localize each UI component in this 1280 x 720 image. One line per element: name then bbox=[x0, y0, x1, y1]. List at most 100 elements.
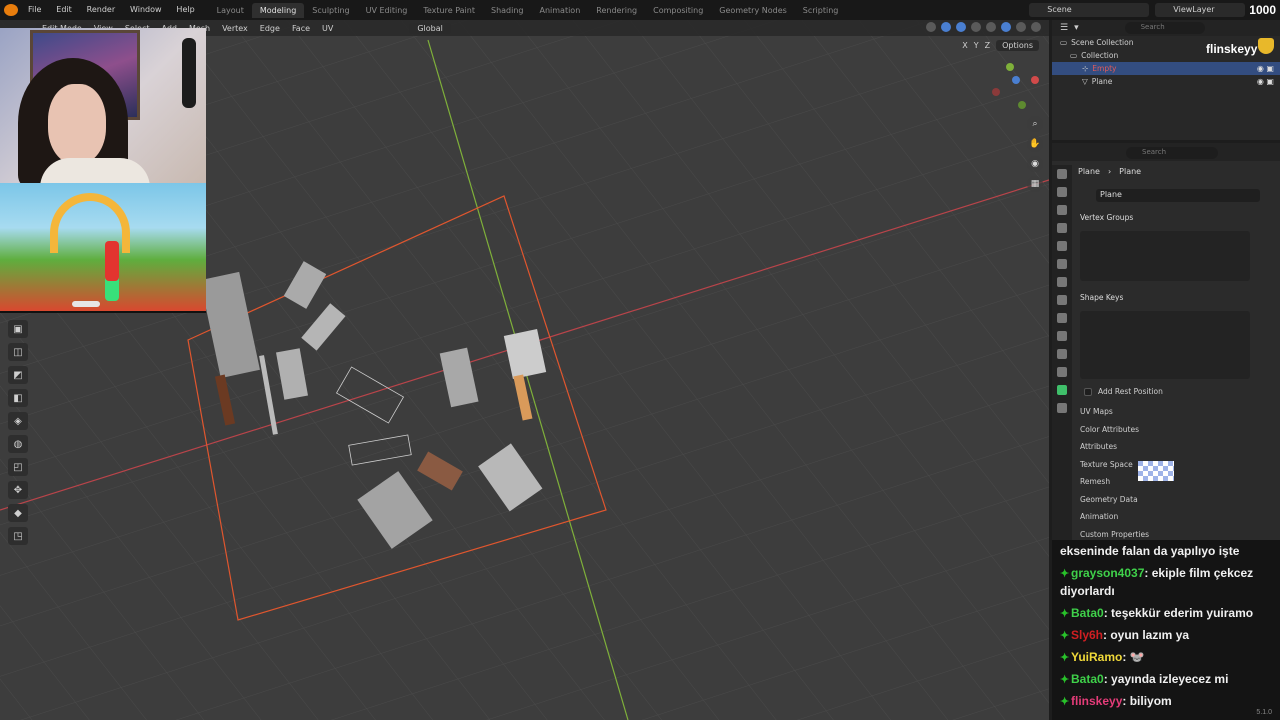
menu-render[interactable]: Render bbox=[81, 5, 121, 14]
output-tab-icon[interactable] bbox=[1057, 205, 1067, 215]
menu-face[interactable]: Face bbox=[286, 24, 316, 33]
gizmo-neg-y-icon[interactable] bbox=[1018, 101, 1026, 109]
gizmo-toggle-icon[interactable] bbox=[941, 22, 951, 32]
bevel-tool-icon[interactable]: ◩ bbox=[8, 366, 28, 384]
solid-shading-icon[interactable] bbox=[1001, 22, 1011, 32]
outliner-item-plane[interactable]: ▽ Plane ◉ ▣ bbox=[1052, 75, 1280, 88]
checkbox-icon[interactable] bbox=[1084, 387, 1092, 396]
wireframe-shading-icon[interactable] bbox=[986, 22, 996, 32]
blender-logo-icon[interactable] bbox=[4, 4, 18, 16]
vertex-groups-list[interactable] bbox=[1080, 231, 1250, 281]
smooth-tool-icon[interactable]: ✥ bbox=[8, 481, 28, 499]
section-texture-space[interactable]: Texture Space bbox=[1080, 460, 1133, 469]
properties-search-input[interactable]: Search bbox=[1126, 147, 1218, 159]
tool-shelf: ▣ ◫ ◩ ◧ ◈ ◍ ◰ ✥ ◆ ◳ bbox=[8, 320, 30, 545]
loop-cut-tool-icon[interactable]: ◧ bbox=[8, 389, 28, 407]
outliner-editor-icon[interactable]: ☰ bbox=[1060, 23, 1068, 33]
rip-tool-icon[interactable]: ◳ bbox=[8, 527, 28, 545]
menu-edge[interactable]: Edge bbox=[254, 24, 286, 33]
tab-animation[interactable]: Animation bbox=[531, 3, 588, 18]
material-shading-icon[interactable] bbox=[1016, 22, 1026, 32]
inset-tool-icon[interactable]: ◫ bbox=[8, 343, 28, 361]
section-geometry-data[interactable]: Geometry Data bbox=[1080, 495, 1138, 504]
tool-tab-icon[interactable] bbox=[1057, 169, 1067, 179]
section-animation[interactable]: Animation bbox=[1080, 512, 1118, 521]
knife-tool-icon[interactable]: ◈ bbox=[8, 412, 28, 430]
outliner-item-label: Empty bbox=[1092, 64, 1117, 73]
outliner-item-empty[interactable]: ⊹ Empty ◉ ▣ bbox=[1052, 62, 1280, 75]
section-vertex-groups[interactable]: Vertex Groups bbox=[1080, 213, 1133, 222]
tab-texture-paint[interactable]: Texture Paint bbox=[415, 3, 483, 18]
material-tab-icon[interactable] bbox=[1057, 403, 1067, 413]
extrude-tool-icon[interactable]: ▣ bbox=[8, 320, 28, 338]
spin-tool-icon[interactable]: ◰ bbox=[8, 458, 28, 476]
outliner-search-input[interactable]: Search bbox=[1124, 22, 1205, 34]
tab-geometry-nodes[interactable]: Geometry Nodes bbox=[711, 3, 794, 18]
checker-texture-preview bbox=[1138, 461, 1174, 481]
zoom-icon[interactable]: ⌕ bbox=[1027, 116, 1043, 132]
constraints-tab-icon[interactable] bbox=[1057, 367, 1067, 377]
tab-modeling[interactable]: Modeling bbox=[251, 2, 305, 18]
view-layer-selector[interactable]: ViewLayer bbox=[1155, 3, 1246, 17]
physics-tab-icon[interactable] bbox=[1057, 349, 1067, 359]
tab-sculpting[interactable]: Sculpting bbox=[304, 3, 357, 18]
mirror-y-button[interactable]: Y bbox=[974, 41, 979, 50]
menu-window[interactable]: Window bbox=[124, 5, 168, 14]
section-attributes[interactable]: Attributes bbox=[1080, 442, 1117, 451]
mirror-z-button[interactable]: Z bbox=[985, 41, 990, 50]
section-uv-maps[interactable]: UV Maps bbox=[1080, 407, 1113, 416]
object-tab-icon[interactable] bbox=[1057, 295, 1067, 305]
menu-edit[interactable]: Edit bbox=[50, 5, 78, 14]
menu-file[interactable]: File bbox=[22, 5, 47, 14]
tab-uv-editing[interactable]: UV Editing bbox=[358, 3, 416, 18]
add-rest-position-label: Add Rest Position bbox=[1098, 387, 1163, 396]
tab-compositing[interactable]: Compositing bbox=[645, 3, 711, 18]
chat-text: : biliyom bbox=[1122, 694, 1172, 708]
grid-ortho-icon[interactable]: ▦ bbox=[1027, 176, 1043, 192]
poly-build-tool-icon[interactable]: ◍ bbox=[8, 435, 28, 453]
add-rest-position-checkbox[interactable]: Add Rest Position bbox=[1084, 387, 1163, 396]
scene-selector[interactable]: Scene bbox=[1029, 3, 1150, 17]
gizmo-z-icon[interactable] bbox=[1012, 76, 1020, 84]
particles-tab-icon[interactable] bbox=[1057, 331, 1067, 341]
filter-icon[interactable]: ▾ bbox=[1074, 23, 1079, 33]
mesh-data-tab-icon[interactable] bbox=[1057, 385, 1067, 395]
world-tab-icon[interactable] bbox=[1057, 259, 1067, 269]
mirror-x-button[interactable]: X bbox=[962, 41, 967, 50]
camera-icon[interactable]: ◉ bbox=[1027, 156, 1043, 172]
visibility-icon[interactable] bbox=[926, 22, 936, 32]
xray-icon[interactable] bbox=[971, 22, 981, 32]
eye-icon[interactable]: ◉ ▣ bbox=[1257, 64, 1274, 73]
section-shape-keys[interactable]: Shape Keys bbox=[1080, 293, 1123, 302]
chat-message: ✦ Bata0: teşekkür ederim yuiramo bbox=[1060, 604, 1276, 622]
eye-icon[interactable]: ◉ ▣ bbox=[1257, 77, 1274, 86]
tab-rendering[interactable]: Rendering bbox=[588, 3, 645, 18]
scene-tab-icon[interactable] bbox=[1057, 241, 1067, 251]
modifier-tab-icon[interactable] bbox=[1057, 313, 1067, 323]
section-custom-properties[interactable]: Custom Properties bbox=[1080, 530, 1149, 539]
render-tab-icon[interactable] bbox=[1057, 187, 1067, 197]
menu-help[interactable]: Help bbox=[170, 5, 200, 14]
section-remesh[interactable]: Remesh bbox=[1080, 477, 1110, 486]
shear-tool-icon[interactable]: ◆ bbox=[8, 504, 28, 522]
shape-keys-list[interactable] bbox=[1080, 311, 1250, 379]
tab-layout[interactable]: Layout bbox=[209, 3, 252, 18]
chat-message: ✦ YuiRamo: 🐭 bbox=[1060, 648, 1276, 666]
tab-shading[interactable]: Shading bbox=[483, 3, 532, 18]
transform-orientation-selector[interactable]: Global bbox=[409, 22, 451, 34]
rendered-shading-icon[interactable] bbox=[1031, 22, 1041, 32]
gizmo-x-icon[interactable] bbox=[1031, 76, 1039, 84]
menu-uv[interactable]: UV bbox=[316, 24, 339, 33]
section-color-attributes[interactable]: Color Attributes bbox=[1080, 425, 1139, 434]
tab-scripting[interactable]: Scripting bbox=[795, 3, 847, 18]
options-dropdown[interactable]: Options bbox=[996, 40, 1039, 51]
gizmo-y-icon[interactable] bbox=[1006, 63, 1014, 71]
pan-hand-icon[interactable]: ✋ bbox=[1027, 136, 1043, 152]
gizmo-neg-x-icon[interactable] bbox=[992, 88, 1000, 96]
menu-vertex[interactable]: Vertex bbox=[216, 24, 254, 33]
mesh-name-field[interactable]: Plane bbox=[1096, 189, 1260, 202]
overlay-toggle-icon[interactable] bbox=[956, 22, 966, 32]
collection-tab-icon[interactable] bbox=[1057, 277, 1067, 287]
collection-icon: ▭ bbox=[1060, 38, 1068, 47]
view-layer-tab-icon[interactable] bbox=[1057, 223, 1067, 233]
